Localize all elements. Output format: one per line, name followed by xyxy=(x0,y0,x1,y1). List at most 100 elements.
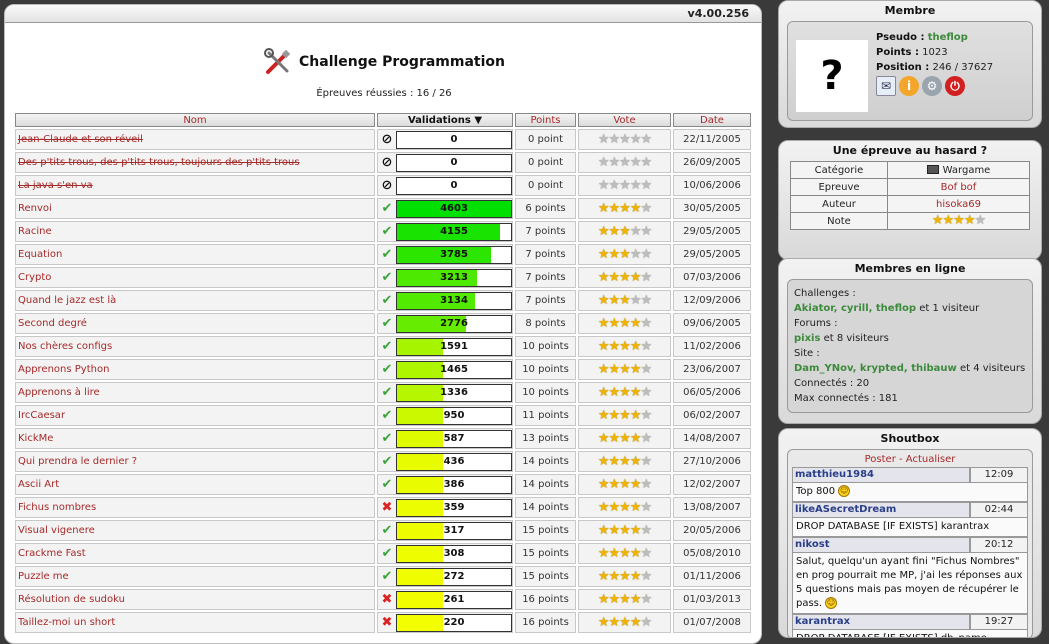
challenge-name-link[interactable]: Apprenons Python xyxy=(15,359,375,380)
validation-count: 220 xyxy=(443,616,465,628)
validation-count: 436 xyxy=(443,455,465,467)
validation-bar: 386 xyxy=(396,475,512,494)
challenge-name-link[interactable]: La java s'en va xyxy=(15,175,375,196)
star-icon: ★ xyxy=(629,476,642,492)
col-vote[interactable]: Vote xyxy=(578,113,671,127)
check-icon: ✔ xyxy=(381,269,393,285)
table-row: Visual vigenere ✔ 317 15 points ★★★★★ 20/05/2… xyxy=(15,520,751,541)
rating-stars-icon: ★★★★★ xyxy=(598,569,652,584)
col-name[interactable]: Nom xyxy=(15,113,375,127)
check-icon: ✔ xyxy=(381,453,393,469)
star-icon: ★ xyxy=(640,499,652,515)
date-cell: 20/05/2006 xyxy=(673,520,751,541)
challenge-name-link[interactable]: Jean-Claude et son réveil xyxy=(15,129,375,150)
avatar[interactable]: ? xyxy=(796,40,868,112)
member-info: Pseudo : theflop Points : 1023 Position … xyxy=(876,30,993,96)
validation-bar: 3213 xyxy=(396,268,512,287)
star-icon: ★ xyxy=(608,223,621,239)
challenge-name-link[interactable]: Second degré xyxy=(15,313,375,334)
challenge-name-link[interactable]: Résolution de sudoku xyxy=(15,589,375,610)
settings-icon[interactable]: ⚙ xyxy=(922,76,942,96)
points-cell: 6 points xyxy=(515,198,576,219)
star-icon: ★ xyxy=(597,246,610,262)
challenge-name-link[interactable]: Crypto xyxy=(15,267,375,288)
rating-stars-icon: ★★★★★ xyxy=(597,476,652,492)
col-date[interactable]: Date xyxy=(673,113,751,127)
challenge-name-link[interactable]: Puzzle me xyxy=(15,566,375,587)
table-row: Des p'tits trous, des p'tits trous, touj… xyxy=(15,152,751,173)
check-icon: ✔ xyxy=(381,338,393,354)
validations-cell: ✔ 587 xyxy=(377,428,513,449)
challenge-name-link[interactable]: Nos chères configs xyxy=(15,336,375,357)
rating-stars-icon: ★★★★★ xyxy=(598,339,652,354)
challenge-name-link[interactable]: Taillez-moi un short xyxy=(15,612,375,633)
challenge-name-link[interactable]: Des p'tits trous, des p'tits trous, touj… xyxy=(15,152,375,173)
challenges-users[interactable]: Akiator, cyrill, theflop xyxy=(794,303,916,314)
challenge-name-link[interactable]: Fichus nombres xyxy=(15,497,375,518)
star-icon: ★ xyxy=(629,499,642,515)
star-icon: ★ xyxy=(597,177,610,193)
validation-bar: 3134 xyxy=(396,291,512,310)
shout-user-link[interactable]: nikost xyxy=(792,537,970,553)
challenge-name-link[interactable]: Quand le jazz est là xyxy=(15,290,375,311)
challenge-name-link[interactable]: Racine xyxy=(15,221,375,242)
validations-cell: ⊘ 0 xyxy=(377,175,513,196)
logout-icon[interactable]: ⏻ xyxy=(945,76,965,96)
challenge-name-link[interactable]: Ascii Art xyxy=(15,474,375,495)
post-link[interactable]: Poster xyxy=(865,454,896,465)
site-users[interactable]: Dam_YNov, krypted, thibauw xyxy=(794,363,957,374)
date-cell: 12/02/2007 xyxy=(673,474,751,495)
refresh-link[interactable]: Actualiser xyxy=(906,454,956,465)
challenge-name-link[interactable]: Crackme Fast xyxy=(15,543,375,564)
not-attempted-icon: ⊘ xyxy=(381,131,393,147)
profile-icon[interactable]: i xyxy=(899,76,919,96)
validation-bar: 0 xyxy=(396,130,512,149)
vote-cell: ★★★★★ xyxy=(578,221,671,242)
member-actions: ✉ i ⚙ ⏻ xyxy=(876,76,993,96)
shout-user-link[interactable]: likeASecretDream xyxy=(792,502,970,518)
challenge-name-link[interactable]: Equation xyxy=(15,244,375,265)
check-icon: ✔ xyxy=(381,545,393,561)
vote-cell: ★★★★★ xyxy=(578,566,671,587)
star-icon: ★ xyxy=(640,476,652,492)
challenge-name-link[interactable]: Qui prendra le dernier ? xyxy=(15,451,375,472)
star-icon: ★ xyxy=(619,361,631,377)
mail-icon[interactable]: ✉ xyxy=(876,76,896,96)
challenge-name-link[interactable]: IrcCaesar xyxy=(15,405,375,426)
star-icon: ★ xyxy=(597,476,610,492)
points-cell: 0 point xyxy=(515,152,576,173)
star-icon: ★ xyxy=(619,453,631,469)
shout-user-link[interactable]: matthieu1984 xyxy=(792,467,970,483)
star-icon: ★ xyxy=(629,292,642,308)
check-icon: ✔ xyxy=(381,200,393,216)
forums-users[interactable]: pixis xyxy=(794,333,820,344)
star-icon: ★ xyxy=(629,430,642,446)
star-icon: ★ xyxy=(619,177,631,193)
validations-cell: ✔ 4155 xyxy=(377,221,513,242)
challenge-name-link[interactable]: Visual vigenere xyxy=(15,520,375,541)
vote-cell: ★★★★★ xyxy=(578,520,671,541)
col-validations[interactable]: Validations ▼ xyxy=(377,113,513,127)
validation-count: 3134 xyxy=(440,294,468,306)
validation-bar: 1591 xyxy=(396,337,512,356)
star-icon: ★ xyxy=(640,384,652,400)
col-points[interactable]: Points xyxy=(515,113,576,127)
pseudo-label: Pseudo : xyxy=(876,32,925,43)
pseudo-link[interactable]: theflop xyxy=(928,32,968,43)
category-label: Catégorie xyxy=(790,161,888,179)
shout-user-link[interactable]: karantrax xyxy=(792,614,970,630)
validation-bar: 4603 xyxy=(396,199,512,218)
challenge-link[interactable]: Bof bof xyxy=(887,178,1030,196)
star-icon: ★ xyxy=(597,430,610,446)
forums-visitors: et 8 visiteurs xyxy=(820,333,889,344)
challenge-name-link[interactable]: Renvoi xyxy=(15,198,375,219)
star-icon: ★ xyxy=(608,499,621,515)
validation-count: 0 xyxy=(450,179,458,191)
author-link[interactable]: hisoka69 xyxy=(887,195,1030,213)
validations-cell: ✔ 272 xyxy=(377,566,513,587)
challenge-name-link[interactable]: Apprenons à lire xyxy=(15,382,375,403)
challenge-name-link[interactable]: KickMe xyxy=(15,428,375,449)
star-icon: ★ xyxy=(640,361,652,377)
site-label: Site : xyxy=(794,348,820,359)
table-row: Second degré ✔ 2776 8 points ★★★★★ 09/06/2005 xyxy=(15,313,751,334)
